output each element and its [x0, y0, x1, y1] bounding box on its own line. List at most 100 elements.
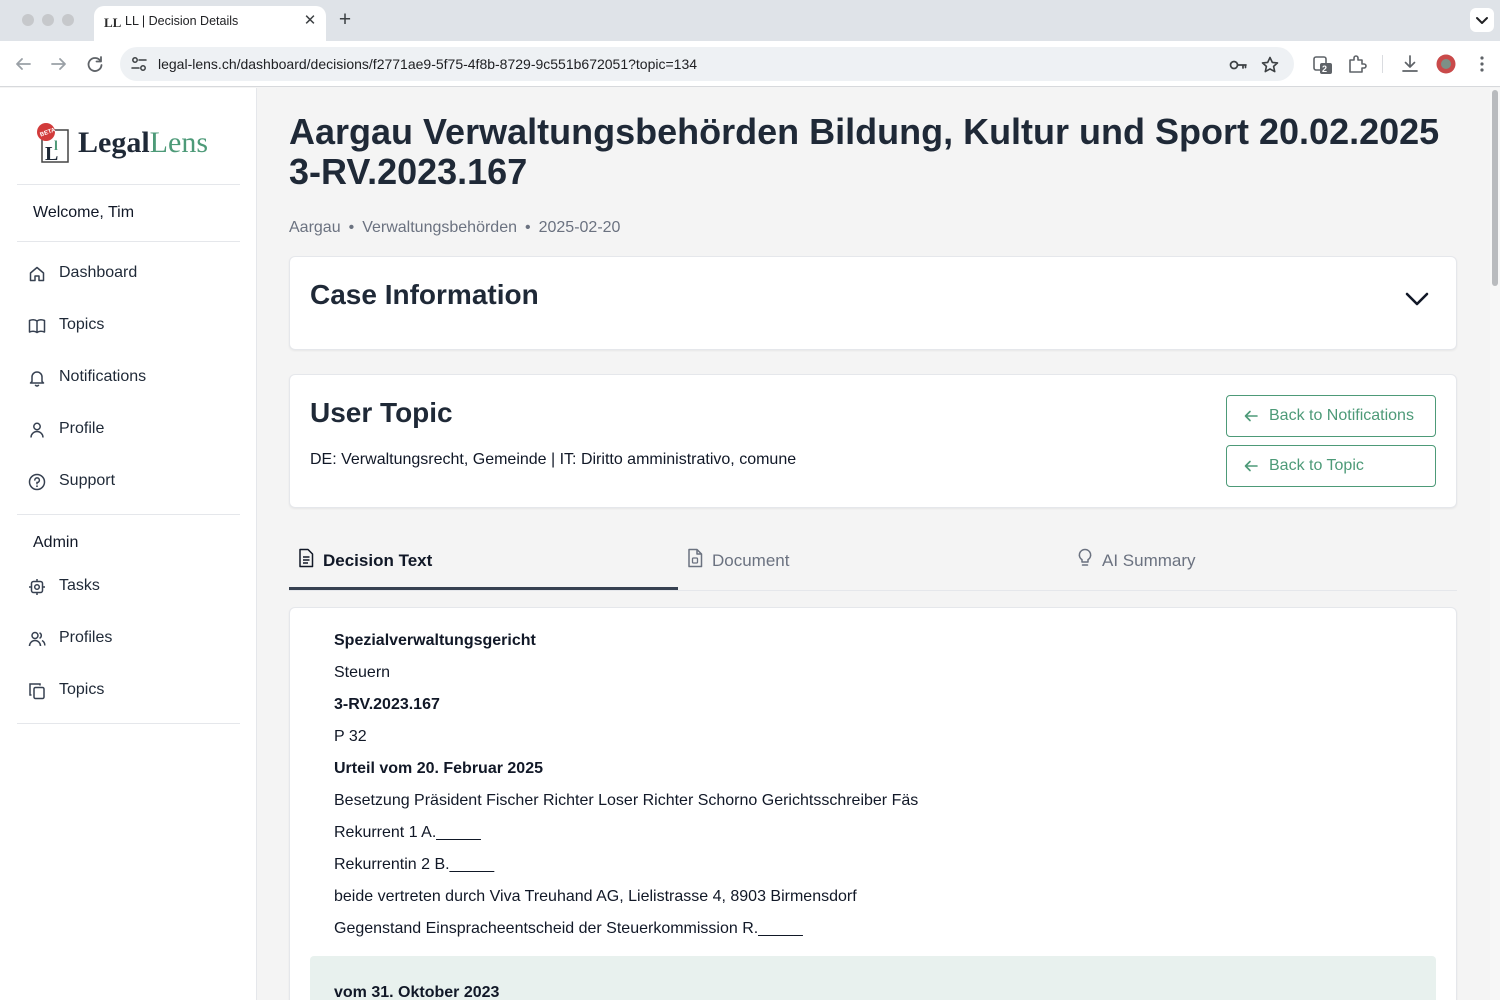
chevron-down-icon	[1476, 17, 1488, 24]
tab-close-icon[interactable]: ✕	[302, 13, 318, 29]
book-icon	[28, 319, 46, 334]
legal-lens-logo[interactable]: L l BETA LegalLens	[34, 122, 234, 168]
logo-lens-text: Lens	[149, 126, 208, 159]
sidebar-item-label: Dashboard	[59, 264, 138, 281]
copy-icon	[29, 683, 45, 700]
decision-tabs: Decision Text Document AI Summary	[289, 530, 1457, 591]
window-zoom-button[interactable]	[62, 14, 74, 26]
sidebar-item-topics[interactable]: Topics	[17, 308, 240, 344]
user-topic-card: User Topic DE: Verwaltungsrecht, Gemeind…	[289, 374, 1457, 508]
back-to-topic-button[interactable]: Back to Topic	[1226, 445, 1436, 487]
decision-line: beide vertreten durch Viva Treuhand AG, …	[334, 888, 857, 905]
logo-legal-text: Legal	[78, 126, 150, 159]
logo-wordmark: LegalLens	[78, 126, 208, 160]
sidebar-item-support[interactable]: Support	[17, 464, 240, 500]
site-settings-icon[interactable]	[130, 55, 148, 73]
decision-line: 3-RV.2023.167	[334, 696, 440, 713]
logo-mark-icon: L l BETA	[37, 123, 69, 165]
sidebar-item-label: Support	[59, 472, 116, 489]
arrow-left-icon	[16, 58, 31, 70]
bookmark-star-icon[interactable]	[1260, 55, 1280, 75]
extensions-button[interactable]	[1346, 53, 1368, 75]
home-icon	[29, 266, 45, 282]
arrow-left-icon	[1244, 410, 1258, 422]
chevron-down-icon[interactable]	[1403, 284, 1431, 312]
scrollbar-thumb[interactable]	[1492, 90, 1498, 286]
sidebar-item-profile[interactable]: Profile	[17, 412, 240, 448]
file-icon	[688, 548, 703, 568]
file-text-icon	[299, 548, 314, 568]
sidebar-item-tasks[interactable]: Tasks	[17, 569, 240, 605]
tab-label: AI Summary	[1102, 551, 1196, 570]
tab-label: Decision Text	[323, 551, 433, 570]
case-information-card[interactable]: Case Information	[289, 256, 1457, 350]
avatar-icon	[1436, 54, 1456, 74]
decision-line: Urteil vom 20. Februar 2025	[334, 760, 543, 777]
meta-date: 2025-02-20	[538, 219, 621, 236]
highlighted-passage: vom 31. Oktober 2023	[310, 956, 1436, 1000]
sidebar-item-profiles[interactable]: Profiles	[17, 621, 240, 657]
page-scrollbar[interactable]	[1490, 88, 1500, 1000]
sidebar-item-label: Profile	[59, 420, 105, 437]
sidebar-item-label: Profiles	[59, 629, 113, 646]
browser-tab-strip: LL LL | Decision Details ✕ +	[0, 0, 1500, 41]
browser-tab-active[interactable]: LL LL | Decision Details ✕	[94, 6, 326, 41]
url-text[interactable]: legal-lens.ch/dashboard/decisions/f2771a…	[158, 56, 697, 72]
sidebar-divider	[17, 514, 240, 515]
arrow-left-icon	[1244, 460, 1258, 472]
user-topic-text: DE: Verwaltungsrecht, Gemeinde | IT: Dir…	[310, 451, 797, 468]
back-to-notifications-button[interactable]: Back to Notifications	[1226, 395, 1436, 437]
tab-label: Document	[712, 551, 790, 570]
sidebar-item-label: Topics	[59, 681, 105, 698]
tab-ai-summary[interactable]: AI Summary	[1068, 530, 1457, 590]
decision-line: Rekurrentin 2 B._____	[334, 856, 495, 873]
admin-section-heading: Admin	[33, 534, 79, 551]
decision-line: Spezialverwaltungsgericht	[334, 632, 536, 649]
meta-separator: •	[348, 219, 355, 236]
sidebar-divider	[17, 241, 240, 242]
tab-title: LL | Decision Details	[125, 14, 239, 28]
decision-line: Gegenstand Einspracheentscheid der Steue…	[334, 920, 803, 937]
sidebar-divider	[17, 723, 240, 724]
user-topic-title: User Topic	[310, 397, 453, 428]
address-bar[interactable]: legal-lens.ch/dashboard/decisions/f2771a…	[120, 47, 1294, 81]
window-close-button[interactable]	[22, 14, 34, 26]
back-button[interactable]	[11, 52, 35, 76]
decision-line: Steuern	[334, 664, 391, 681]
password-key-icon[interactable]	[1228, 55, 1248, 75]
lightbulb-icon	[1078, 548, 1092, 566]
download-icon	[1402, 55, 1418, 72]
tab-search-button[interactable]	[1470, 8, 1494, 32]
users-icon	[28, 631, 46, 647]
decision-text-card: Spezialverwaltungsgericht Steuern 3-RV.2…	[289, 607, 1457, 1000]
sidebar-item-notifications[interactable]: Notifications	[17, 360, 240, 396]
case-information-title: Case Information	[310, 279, 539, 310]
meta-authority: Verwaltungsbehörden	[362, 219, 517, 236]
decision-line: Besetzung Präsident Fischer Richter Lose…	[334, 792, 919, 809]
forward-button[interactable]	[47, 52, 71, 76]
sidebar-divider	[17, 184, 240, 185]
tab-document[interactable]: Document	[678, 530, 1067, 590]
sidebar-item-admin-topics[interactable]: Topics	[17, 673, 240, 709]
new-tab-button[interactable]: +	[335, 9, 355, 31]
decision-meta: Aargau • Verwaltungsbehörden • 2025-02-20	[289, 219, 620, 237]
tab-decision-text[interactable]: Decision Text	[289, 530, 678, 590]
window-minimize-button[interactable]	[42, 14, 54, 26]
bell-icon	[29, 371, 45, 387]
reload-button[interactable]	[83, 52, 107, 76]
browser-menu-button[interactable]	[1471, 53, 1493, 75]
extensions-count-badge: 2	[1322, 64, 1328, 74]
tab-groups-button[interactable]: 2	[1311, 53, 1333, 75]
help-circle-icon	[28, 473, 46, 491]
sidebar-item-dashboard[interactable]: Dashboard	[17, 256, 240, 292]
sidebar: L l BETA LegalLens Welcome, Tim Dashboar…	[0, 88, 257, 1000]
tab-favicon-icon: LL	[104, 15, 122, 30]
profile-avatar-button[interactable]	[1435, 53, 1457, 75]
downloads-button[interactable]	[1399, 53, 1421, 75]
button-label: Back to Notifications	[1269, 407, 1414, 424]
puzzle-icon	[1349, 55, 1367, 73]
active-tab-indicator	[289, 587, 678, 590]
toolbar-divider	[1382, 55, 1383, 73]
decision-line: P 32	[334, 728, 367, 745]
welcome-text: Welcome, Tim	[33, 204, 135, 221]
